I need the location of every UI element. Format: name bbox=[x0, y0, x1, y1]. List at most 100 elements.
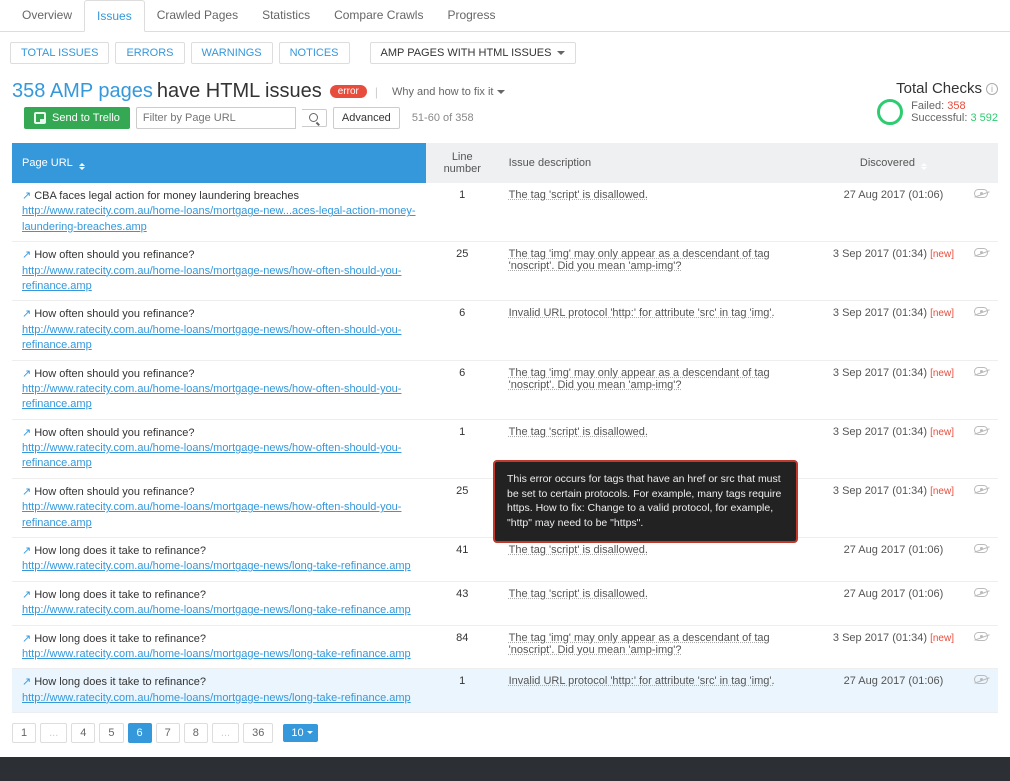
discovered-date: 3 Sep 2017 (01:34)[new] bbox=[823, 242, 964, 301]
discovered-date: 3 Sep 2017 (01:34)[new] bbox=[823, 419, 964, 478]
issue-description[interactable]: The tag 'script' is disallowed. bbox=[509, 426, 648, 438]
external-link-icon[interactable]: ↗ bbox=[22, 633, 31, 645]
page-url-link[interactable]: http://www.ratecity.com.au/home-loans/mo… bbox=[22, 603, 416, 618]
page-8[interactable]: 8 bbox=[184, 723, 208, 743]
issue-description[interactable]: The tag 'img' may only appear as a desce… bbox=[509, 367, 770, 391]
page-title: How often should you refinance? bbox=[34, 308, 194, 320]
tab-statistics[interactable]: Statistics bbox=[250, 0, 322, 31]
filter-page-url-input[interactable] bbox=[136, 107, 296, 129]
table-row[interactable]: ↗How often should you refinance? http://w… bbox=[12, 301, 998, 360]
line-number: 41 bbox=[426, 538, 499, 582]
footer bbox=[0, 757, 1010, 781]
new-badge: [new] bbox=[930, 368, 954, 379]
page-url-link[interactable]: http://www.ratecity.com.au/home-loans/mo… bbox=[22, 691, 416, 706]
hide-icon[interactable] bbox=[974, 485, 988, 494]
table-row[interactable]: ↗How long does it take to refinance? http… bbox=[12, 625, 998, 669]
info-icon[interactable]: i bbox=[986, 83, 998, 95]
hide-icon[interactable] bbox=[974, 189, 988, 198]
issue-description[interactable]: Invalid URL protocol 'http:' for attribu… bbox=[509, 307, 775, 319]
hide-icon[interactable] bbox=[974, 588, 988, 597]
table-row[interactable]: ↗How long does it take to refinance? http… bbox=[12, 581, 998, 625]
page-...: ... bbox=[212, 723, 239, 743]
external-link-icon[interactable]: ↗ bbox=[22, 308, 31, 320]
page-url-link[interactable]: http://www.ratecity.com.au/home-loans/mo… bbox=[22, 441, 416, 472]
table-row[interactable]: ↗How long does it take to refinance?http… bbox=[12, 669, 998, 713]
tab-compare-crawls[interactable]: Compare Crawls bbox=[322, 0, 435, 31]
new-badge: [new] bbox=[930, 308, 954, 319]
hide-icon[interactable] bbox=[974, 248, 988, 257]
issue-description[interactable]: The tag 'img' may only appear as a desce… bbox=[509, 248, 770, 272]
table-row[interactable]: ↗How long does it take to refinance?http… bbox=[12, 538, 998, 582]
issue-filter-toolbar: TOTAL ISSUES ERRORS WARNINGS NOTICES AMP PAG… bbox=[0, 32, 1010, 74]
table-row[interactable]: ↗CBA faces legal action for money launde… bbox=[12, 183, 998, 242]
tab-issues[interactable]: Issues bbox=[84, 0, 145, 32]
page-title: How long does it take to refinance? bbox=[34, 589, 206, 601]
page-4[interactable]: 4 bbox=[71, 723, 95, 743]
page-5[interactable]: 5 bbox=[99, 723, 123, 743]
page-7[interactable]: 7 bbox=[156, 723, 180, 743]
line-number: 1 bbox=[426, 419, 499, 478]
issue-tooltip: This error occurs for tags that have an … bbox=[493, 460, 798, 543]
hide-icon[interactable] bbox=[974, 307, 988, 316]
issue-description[interactable]: The tag 'img' may only appear as a desce… bbox=[509, 632, 770, 656]
issues-table: Page URLLine numberIssue descriptionDisc… bbox=[12, 143, 998, 713]
line-number: 6 bbox=[426, 301, 499, 360]
discovered-date: 27 Aug 2017 (01:06) bbox=[823, 669, 964, 713]
tab-overview[interactable]: Overview bbox=[10, 0, 84, 31]
page-url-link[interactable]: http://www.ratecity.com.au/home-loans/mo… bbox=[22, 204, 416, 235]
per-page-select[interactable]: 10 bbox=[283, 724, 317, 742]
line-number: 1 bbox=[426, 669, 499, 713]
page-url-link[interactable]: http://www.ratecity.com.au/home-loans/mo… bbox=[22, 500, 416, 531]
tab-progress[interactable]: Progress bbox=[435, 0, 507, 31]
page-url-link[interactable]: http://www.ratecity.com.au/home-loans/mo… bbox=[22, 264, 416, 295]
trello-icon bbox=[34, 112, 46, 124]
external-link-icon[interactable]: ↗ bbox=[22, 545, 31, 557]
external-link-icon[interactable]: ↗ bbox=[22, 190, 31, 202]
page-url-link[interactable]: http://www.ratecity.com.au/home-loans/mo… bbox=[22, 323, 416, 354]
filter-total-issues[interactable]: TOTAL ISSUES bbox=[10, 42, 109, 64]
page-url-link[interactable]: http://www.ratecity.com.au/home-loans/mo… bbox=[22, 382, 416, 413]
hide-icon[interactable] bbox=[974, 675, 988, 684]
external-link-icon[interactable]: ↗ bbox=[22, 368, 31, 380]
issue-description[interactable]: The tag 'script' is disallowed. bbox=[509, 544, 648, 556]
advanced-filter-button[interactable]: Advanced bbox=[333, 107, 400, 129]
total-checks-panel: Total Checksi Failed: 358 Successful: 3 … bbox=[877, 80, 998, 125]
tab-crawled-pages[interactable]: Crawled Pages bbox=[145, 0, 250, 31]
issue-description[interactable]: The tag 'script' is disallowed. bbox=[509, 189, 648, 201]
hide-icon[interactable] bbox=[974, 632, 988, 641]
hide-icon[interactable] bbox=[974, 367, 988, 376]
hide-icon[interactable] bbox=[974, 544, 988, 553]
col-discovered[interactable]: Discovered bbox=[823, 143, 964, 183]
page-1[interactable]: 1 bbox=[12, 723, 36, 743]
table-row[interactable]: ↗How often should you refinance?http://w… bbox=[12, 242, 998, 301]
filter-notices[interactable]: NOTICES bbox=[279, 42, 350, 64]
hide-icon[interactable] bbox=[974, 426, 988, 435]
table-row[interactable]: ↗How often should you refinance?http://w… bbox=[12, 360, 998, 419]
col-issue-description[interactable]: Issue description bbox=[499, 143, 823, 183]
page-36[interactable]: 36 bbox=[243, 723, 273, 743]
col-page-url[interactable]: Page URL bbox=[12, 143, 426, 183]
external-link-icon[interactable]: ↗ bbox=[22, 589, 31, 601]
page-url-link[interactable]: http://www.ratecity.com.au/home-loans/mo… bbox=[22, 647, 416, 662]
external-link-icon[interactable]: ↗ bbox=[22, 676, 31, 688]
line-number: 1 bbox=[426, 183, 499, 242]
filter-warnings[interactable]: WARNINGS bbox=[191, 42, 273, 64]
issue-type-dropdown[interactable]: AMP PAGES WITH HTML ISSUES bbox=[370, 42, 577, 64]
page-6[interactable]: 6 bbox=[128, 723, 152, 743]
why-how-to-fix-link[interactable]: Why and how to fix it bbox=[392, 86, 506, 98]
external-link-icon[interactable]: ↗ bbox=[22, 249, 31, 261]
search-button[interactable] bbox=[302, 109, 327, 127]
caret-down-icon bbox=[557, 51, 565, 55]
external-link-icon[interactable]: ↗ bbox=[22, 427, 31, 439]
page-url-link[interactable]: http://www.ratecity.com.au/home-loans/mo… bbox=[22, 559, 416, 574]
page-title: How long does it take to refinance? bbox=[34, 633, 206, 645]
col-line-number[interactable]: Line number bbox=[426, 143, 499, 183]
issue-description[interactable]: Invalid URL protocol 'http:' for attribu… bbox=[509, 675, 775, 687]
filter-errors[interactable]: ERRORS bbox=[115, 42, 184, 64]
discovered-date: 3 Sep 2017 (01:34)[new] bbox=[823, 301, 964, 360]
external-link-icon[interactable]: ↗ bbox=[22, 486, 31, 498]
new-badge: [new] bbox=[930, 486, 954, 497]
issue-description[interactable]: The tag 'script' is disallowed. bbox=[509, 588, 648, 600]
send-to-trello-button[interactable]: Send to Trello bbox=[24, 107, 130, 129]
discovered-date: 3 Sep 2017 (01:34)[new] bbox=[823, 360, 964, 419]
